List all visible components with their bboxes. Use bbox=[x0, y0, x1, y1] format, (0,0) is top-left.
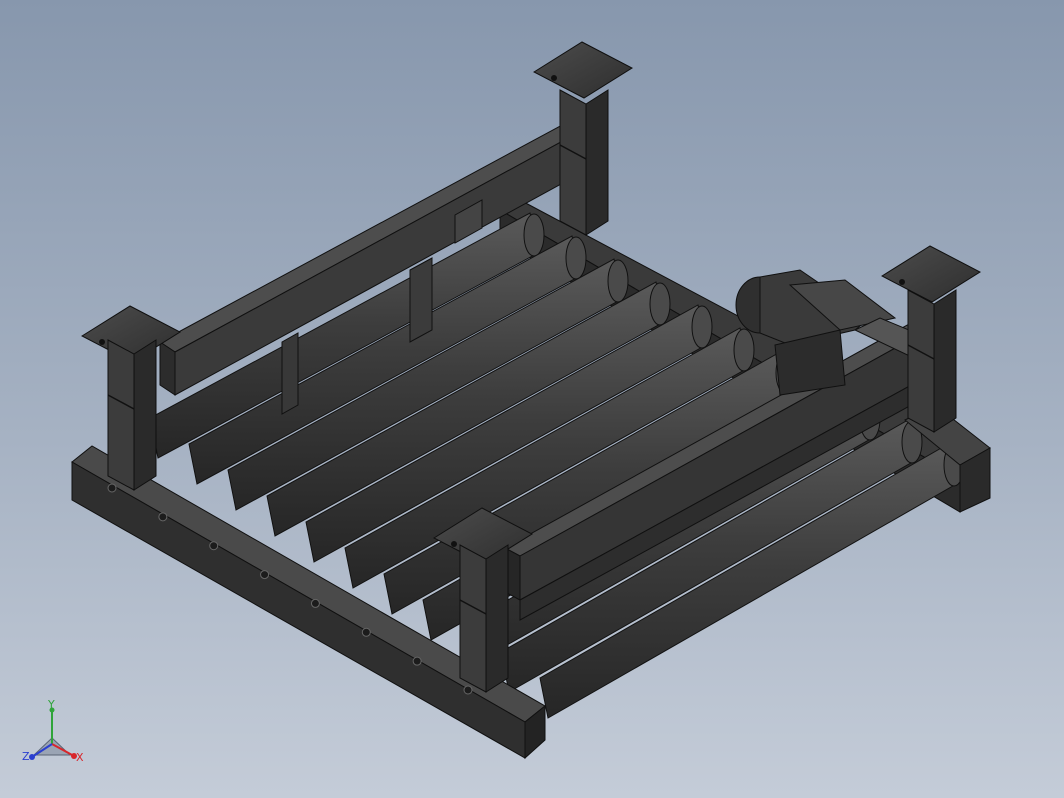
rail-bolt bbox=[209, 541, 219, 551]
mounting-plate bbox=[532, 41, 634, 99]
rail-bolt bbox=[463, 685, 473, 695]
rail-bolt bbox=[107, 483, 117, 493]
roller-sprocket-icon bbox=[565, 236, 587, 280]
rail-bolt bbox=[412, 656, 422, 666]
roller-sprocket-icon bbox=[607, 259, 629, 303]
y-axis-label: Y bbox=[47, 700, 55, 711]
plate-hole-icon bbox=[99, 339, 105, 345]
roller-sprocket-icon bbox=[733, 328, 755, 372]
x-axis-label: X bbox=[76, 751, 84, 764]
coordinate-triad: Y X Z bbox=[14, 698, 94, 780]
rail-bolt bbox=[260, 570, 270, 580]
plate-hole-icon bbox=[551, 75, 557, 81]
roller-sprocket-icon bbox=[523, 213, 545, 257]
z-axis-label: Z bbox=[22, 750, 30, 763]
graphics-viewport[interactable]: Y X Z bbox=[0, 0, 1064, 798]
mounting-plate bbox=[880, 245, 982, 303]
z-axis-tip-icon bbox=[29, 754, 35, 760]
plate-hole-icon bbox=[451, 541, 457, 547]
rail-bolt bbox=[310, 598, 320, 608]
conveyor-model[interactable] bbox=[0, 0, 1064, 798]
roller-sprocket-icon bbox=[691, 305, 713, 349]
rail-bolt bbox=[158, 512, 168, 522]
rail-bolt bbox=[361, 627, 371, 637]
roller-sprocket-icon bbox=[649, 282, 671, 326]
plate-hole-icon bbox=[899, 279, 905, 285]
